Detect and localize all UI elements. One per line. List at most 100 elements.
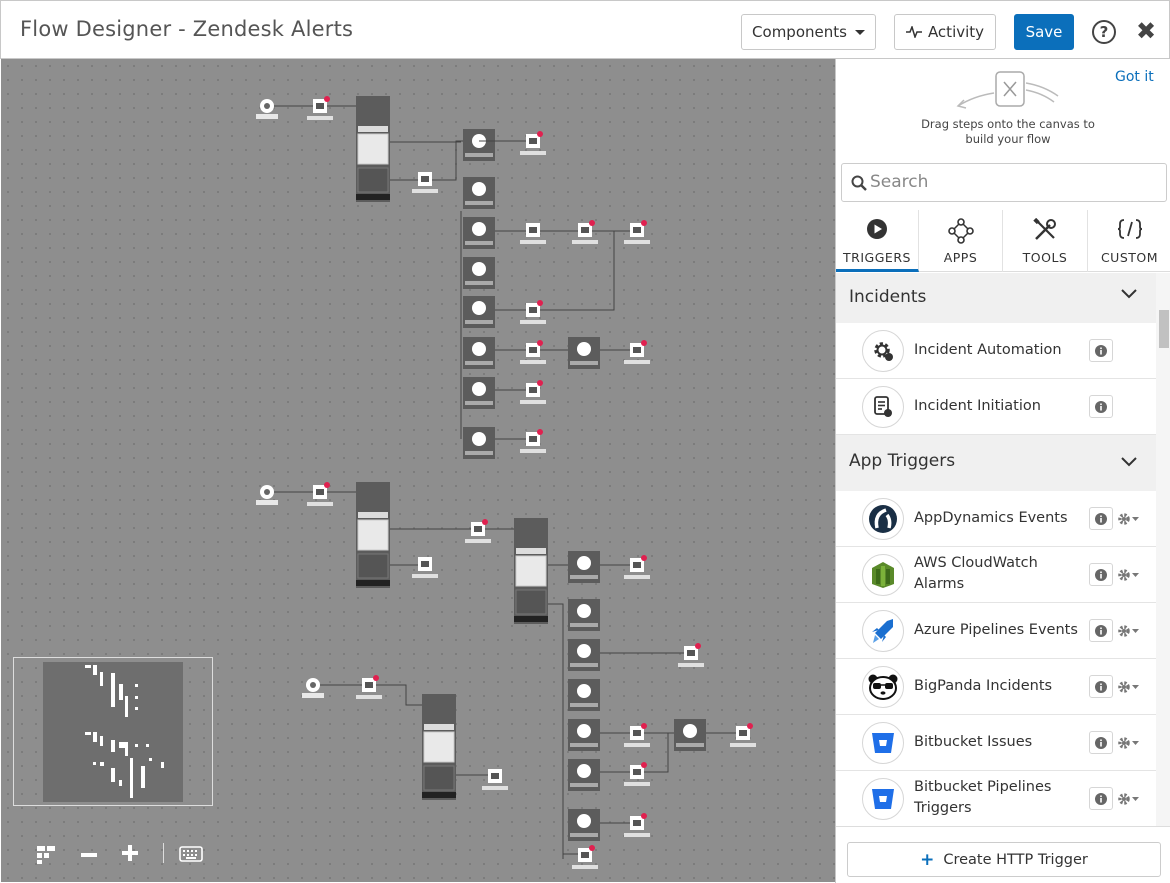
fit-view-icon[interactable] — [37, 846, 57, 864]
flow-node-caption[interactable] — [256, 114, 278, 119]
flow-node-caption[interactable] — [465, 153, 493, 157]
flow-node-error-badge[interactable] — [373, 675, 379, 681]
flow-node-error-badge[interactable] — [537, 131, 543, 137]
scrollbar[interactable] — [1156, 273, 1170, 826]
flow-step-node-glyph[interactable] — [739, 730, 747, 736]
minimap[interactable] — [13, 657, 213, 806]
flow-step-node-glyph[interactable] — [687, 650, 695, 656]
flow-step-node-glyph[interactable] — [529, 307, 537, 313]
info-icon[interactable] — [1089, 787, 1113, 810]
flow-step-node-glyph[interactable] — [633, 769, 641, 775]
flow-node-error-badge[interactable] — [537, 340, 543, 346]
flow-action-icon[interactable] — [472, 301, 486, 315]
flow-router-footer[interactable] — [356, 580, 390, 586]
flow-action-icon[interactable] — [683, 724, 697, 738]
flow-node-caption[interactable] — [572, 865, 598, 869]
flow-node-error-badge[interactable] — [537, 300, 543, 306]
help-icon[interactable]: ? — [1092, 20, 1116, 44]
flow-node-caption[interactable] — [465, 361, 493, 365]
flow-node-caption[interactable] — [302, 693, 324, 698]
flow-step-node-glyph[interactable] — [529, 227, 537, 233]
flow-router-footer[interactable] — [356, 194, 390, 200]
flow-step-node-glyph[interactable] — [365, 682, 373, 688]
tab-triggers[interactable]: TRIGGERS — [836, 210, 919, 272]
tab-custom[interactable]: CUSTOM — [1088, 210, 1170, 272]
flow-node-caption[interactable] — [570, 703, 598, 707]
flow-node-caption[interactable] — [356, 695, 382, 699]
tab-apps[interactable]: APPS — [919, 210, 1003, 272]
flow-step-node-glyph[interactable] — [633, 820, 641, 826]
flow-step-node-glyph[interactable] — [529, 436, 537, 442]
flow-node-caption[interactable] — [570, 833, 598, 837]
flow-node-caption[interactable] — [520, 400, 546, 404]
flow-step-node-glyph[interactable] — [316, 489, 324, 495]
flow-step-node-glyph[interactable] — [421, 561, 429, 567]
flow-node-caption[interactable] — [624, 360, 650, 364]
flow-action-icon[interactable] — [577, 556, 591, 570]
flow-router-footer[interactable] — [422, 792, 456, 798]
flow-node-error-badge[interactable] — [641, 340, 647, 346]
flow-node-error-badge[interactable] — [641, 220, 647, 226]
trigger-item-azure-pipelines-events[interactable]: Azure Pipelines Events — [836, 603, 1156, 659]
got-it-link[interactable]: Got it — [1115, 69, 1154, 85]
components-dropdown-button[interactable]: Components — [741, 14, 876, 50]
flow-node-caption[interactable] — [678, 663, 704, 667]
flow-node-error-badge[interactable] — [747, 723, 753, 729]
flow-node-caption[interactable] — [465, 320, 493, 324]
flow-router-default[interactable] — [357, 167, 389, 193]
flow-node-caption[interactable] — [412, 574, 438, 578]
keyboard-icon[interactable] — [179, 846, 203, 862]
flow-node-error-badge[interactable] — [641, 723, 647, 729]
tab-tools[interactable]: TOOLS — [1003, 210, 1088, 272]
create-http-trigger-button[interactable]: + Create HTTP Trigger — [847, 842, 1161, 877]
flow-node-caption[interactable] — [520, 360, 546, 364]
flow-node-error-badge[interactable] — [589, 220, 595, 226]
flow-step-node-glyph[interactable] — [474, 526, 482, 532]
flow-node-caption[interactable] — [465, 201, 493, 205]
flow-node-caption[interactable] — [520, 320, 546, 324]
activity-button[interactable]: Activity — [894, 14, 996, 50]
info-icon[interactable] — [1089, 619, 1113, 642]
gear-dropdown-icon[interactable] — [1116, 507, 1142, 530]
flow-canvas[interactable] — [1, 59, 835, 882]
flow-action-icon[interactable] — [577, 724, 591, 738]
flow-action-icon[interactable] — [472, 222, 486, 236]
flow-step-node-glyph[interactable] — [633, 730, 641, 736]
flow-router-condition[interactable] — [357, 133, 389, 165]
info-icon[interactable] — [1089, 395, 1113, 418]
flow-node-caption[interactable] — [676, 743, 704, 747]
flow-node-caption[interactable] — [465, 281, 493, 285]
flow-router-header[interactable] — [516, 548, 546, 554]
trigger-item-aws-cloudwatch-alarms[interactable]: AWS CloudWatch Alarms — [836, 547, 1156, 603]
flow-router-default[interactable] — [515, 589, 547, 615]
flow-action-icon[interactable] — [472, 432, 486, 446]
trigger-item-incident-initiation[interactable]: Incident Initiation — [836, 379, 1156, 435]
flow-node-caption[interactable] — [570, 361, 598, 365]
flow-start-node-dot[interactable] — [264, 489, 270, 495]
flow-router-header[interactable] — [424, 724, 454, 730]
flow-node-caption[interactable] — [624, 240, 650, 244]
flow-step-node-glyph[interactable] — [581, 227, 589, 233]
chevron-down-icon[interactable] — [1121, 289, 1137, 299]
flow-node-caption[interactable] — [256, 500, 278, 505]
zoom-out-icon[interactable] — [81, 853, 97, 857]
flow-node-error-badge[interactable] — [589, 845, 595, 851]
flow-node-caption[interactable] — [307, 116, 333, 120]
flow-node-caption[interactable] — [570, 663, 598, 667]
flow-step-node-glyph[interactable] — [529, 138, 537, 144]
flow-router-default[interactable] — [423, 765, 455, 791]
flow-node-error-badge[interactable] — [324, 96, 330, 102]
section-app-triggers[interactable]: App Triggers — [836, 435, 1156, 491]
flow-node-caption[interactable] — [624, 833, 650, 837]
gear-dropdown-icon[interactable] — [1116, 787, 1142, 810]
flow-action-icon[interactable] — [577, 764, 591, 778]
flow-node-caption[interactable] — [465, 401, 493, 405]
flow-node-caption[interactable] — [572, 240, 598, 244]
flow-router-header[interactable] — [358, 126, 388, 132]
info-icon[interactable] — [1089, 731, 1113, 754]
flow-node-caption[interactable] — [624, 743, 650, 747]
flow-action-icon[interactable] — [577, 814, 591, 828]
trigger-item-bitbucket-pipelines-triggers[interactable]: Bitbucket Pipelines Triggers — [836, 771, 1156, 826]
trigger-item-incident-automation[interactable]: Incident Automation — [836, 323, 1156, 379]
info-icon[interactable] — [1089, 563, 1113, 586]
